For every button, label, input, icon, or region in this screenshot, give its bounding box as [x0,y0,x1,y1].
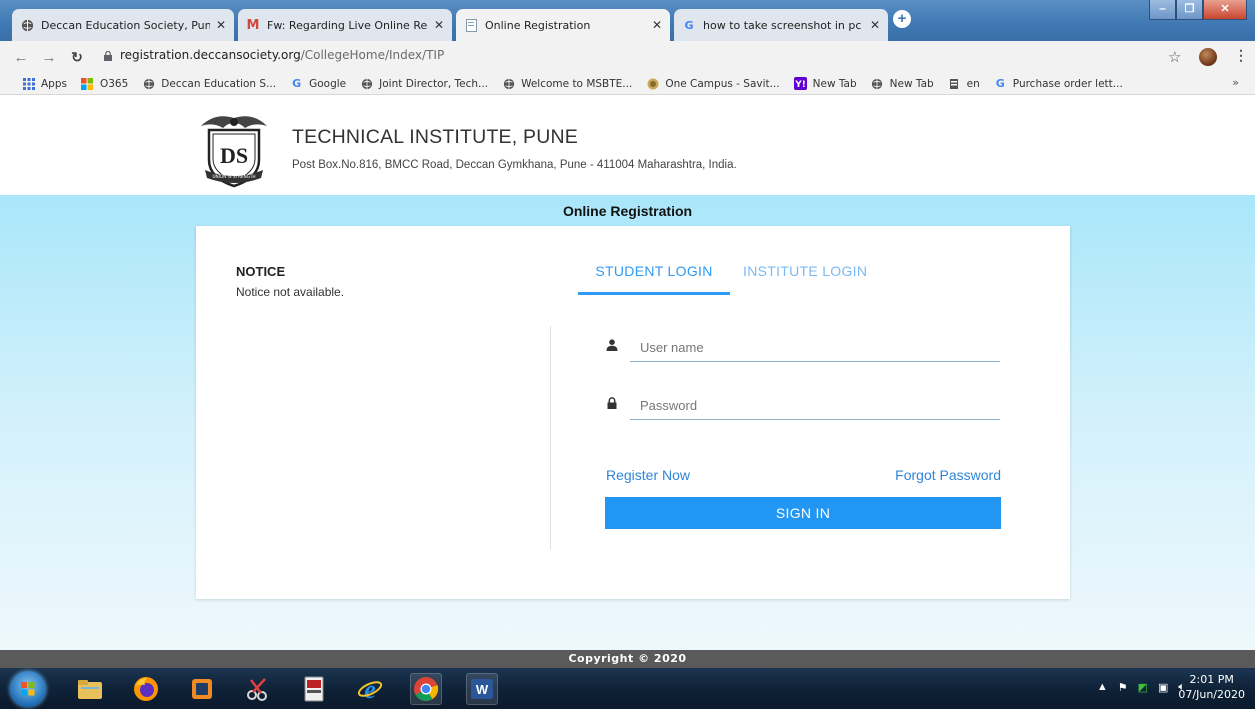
globe-icon [502,77,515,90]
google-icon: G [292,77,302,90]
user-icon [606,339,618,351]
bookmark-star-icon[interactable]: ☆ [1168,48,1181,66]
clock-time: 2:01 PM [1189,673,1234,686]
svg-text:e: e [364,676,376,702]
password-field-group [606,386,1001,424]
action-center-flag-icon[interactable]: ⚑ [1118,681,1128,694]
globe-icon [142,77,155,90]
username-field-group [606,328,1001,366]
maximize-button[interactable]: ❐ [1176,0,1203,20]
globe-icon [871,77,884,90]
word-icon[interactable]: W [466,673,498,705]
registration-section: Online Registration NOTICE Notice not av… [0,195,1255,650]
address-bar: ← → ↻ registration.deccansociety.org/Col… [0,41,1255,73]
document-icon [464,18,478,32]
yahoo-icon: Y! [793,77,807,90]
bookmark-o365[interactable]: O365 [81,77,128,90]
close-window-button[interactable]: ✕ [1203,0,1247,20]
start-button[interactable] [10,671,46,707]
avatar[interactable] [1199,48,1217,66]
media-player-icon[interactable] [186,673,218,705]
bookmark-one-campus[interactable]: One Campus - Savit... [646,77,780,90]
globe-icon [20,18,34,32]
google-icon: G [684,18,694,32]
svg-text:W: W [476,682,489,697]
bookmark-msbte[interactable]: Welcome to MSBTE... [502,77,632,90]
active-tab-indicator [578,292,730,295]
forgot-password-link[interactable]: Forgot Password [895,467,1001,483]
close-tab-icon[interactable]: ✕ [434,18,444,32]
notice-text: Notice not available. [236,285,345,299]
bookmark-joint-director[interactable]: Joint Director, Tech... [360,77,488,90]
institute-logo: DS UNION IS STRENGTH [201,116,267,188]
microsoft-icon [81,77,94,90]
bookmark-deccan-education[interactable]: Deccan Education S... [142,77,276,90]
globe-icon [360,77,373,90]
show-hidden-icons-icon[interactable]: ▲ [1097,681,1108,694]
username-input[interactable] [630,334,1000,362]
bookmark-en[interactable]: en [948,77,980,90]
internet-explorer-icon[interactable]: e [354,673,386,705]
browser-tab-deccan[interactable]: Deccan Education Society, Pune. ✕ [12,9,234,41]
page-title: Online Registration [562,203,693,219]
institute-address: Post Box.No.816, BMCC Road, Deccan Gymkh… [292,159,737,171]
bookmark-apps[interactable]: Apps [22,77,67,90]
emblem-icon [948,77,961,90]
bookmarks-bar: Apps O365 Deccan Education S... G Google… [0,73,1255,95]
vertical-divider [550,326,551,550]
tab-student-login[interactable]: STUDENT LOGIN [578,259,730,295]
emblem-icon [646,77,659,90]
page-footer: Copyright © 2020 [0,650,1255,668]
logo-motto: UNION IS STRENGTH [212,174,255,179]
taskbar-clock[interactable]: 2:01 PM 07/Jun/2020 [1178,672,1245,702]
password-input[interactable] [630,392,1000,420]
network-icon[interactable]: ▣ [1158,681,1168,694]
tab-institute-login[interactable]: INSTITUTE LOGIN [743,259,867,279]
logo-letters: DS [220,143,248,168]
close-tab-icon[interactable]: ✕ [652,18,662,32]
back-arrow-icon[interactable]: ← [10,49,32,66]
notice-title: NOTICE [236,264,286,279]
institute-header: DS UNION IS STRENGTH TECHNICAL INSTITUTE… [0,95,1255,195]
file-explorer-icon[interactable] [74,673,106,705]
window-controls: ‒ ❐ ✕ [1149,0,1247,20]
network-app-icon[interactable]: ◩ [1138,681,1148,694]
padlock-icon [607,397,617,409]
firefox-icon[interactable] [130,673,162,705]
forward-arrow-icon[interactable]: → [38,49,60,66]
sign-in-button[interactable]: SIGN IN [605,497,1001,529]
browser-tab-strip: Deccan Education Society, Pune. ✕ M Fw: … [0,0,1255,41]
google-icon: G [995,77,1005,90]
browser-tab-google-search[interactable]: G how to take screenshot in pc - G ✕ [674,9,888,41]
tally-erp-icon[interactable] [298,673,330,705]
bookmark-google[interactable]: G Google [290,77,346,90]
institute-name: TECHNICAL INSTITUTE, PUNE [292,126,578,148]
svg-text:Y!: Y! [794,80,806,90]
url-field[interactable]: registration.deccansociety.org/CollegeHo… [120,48,444,62]
browser-tab-online-registration[interactable]: Online Registration ✕ [456,9,670,41]
apps-grid-icon [22,77,35,90]
clock-date: 07/Jun/2020 [1178,688,1245,701]
close-tab-icon[interactable]: ✕ [216,18,226,32]
snipping-tool-icon[interactable] [242,673,274,705]
bookmark-new-tab[interactable]: New Tab [871,77,934,90]
kebab-menu-icon[interactable]: ⋮ [1234,47,1248,64]
login-card: NOTICE Notice not available. STUDENT LOG… [196,226,1070,599]
system-tray: ▲ ⚑ ◩ ▣ 🔈︎ [1097,681,1185,694]
more-bookmarks-icon[interactable]: » [1232,76,1239,89]
bookmark-purchase-order[interactable]: G Purchase order lett... [994,77,1123,90]
windows-taskbar: e W ▲ ⚑ ◩ ▣ 🔈︎ 2:01 PM 07/Jun/2020 [0,668,1255,709]
windows-logo-icon [21,682,35,696]
close-tab-icon[interactable]: ✕ [870,18,880,32]
chrome-icon[interactable] [410,673,442,705]
reload-icon[interactable]: ↻ [66,49,88,66]
minimize-button[interactable]: ‒ [1149,0,1176,20]
browser-tab-gmail[interactable]: M Fw: Regarding Live Online Regist ✕ [238,9,452,41]
new-tab-button[interactable]: + [893,10,911,28]
lock-icon [104,51,112,61]
register-now-link[interactable]: Register Now [606,467,690,483]
bookmark-new-tab-yahoo[interactable]: Y! New Tab [793,77,857,90]
gmail-icon: M [246,17,260,33]
